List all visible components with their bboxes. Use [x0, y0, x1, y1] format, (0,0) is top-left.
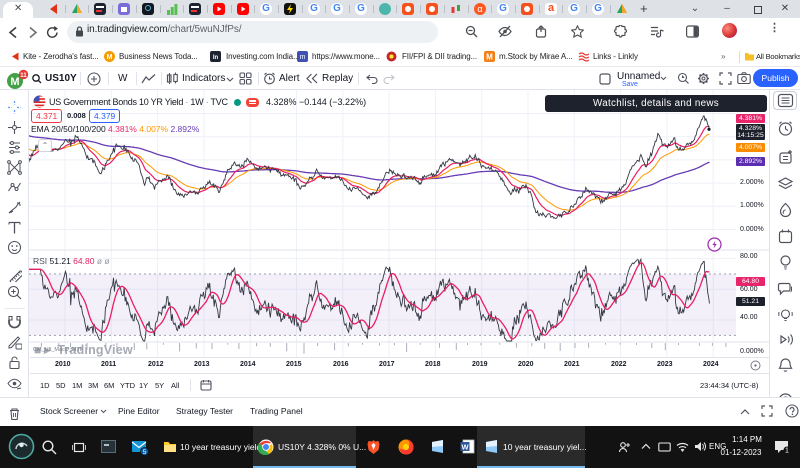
- svg-text:5: 5: [143, 449, 147, 456]
- svg-text:1: 1: [785, 448, 789, 455]
- svg-text:W: W: [461, 442, 469, 451]
